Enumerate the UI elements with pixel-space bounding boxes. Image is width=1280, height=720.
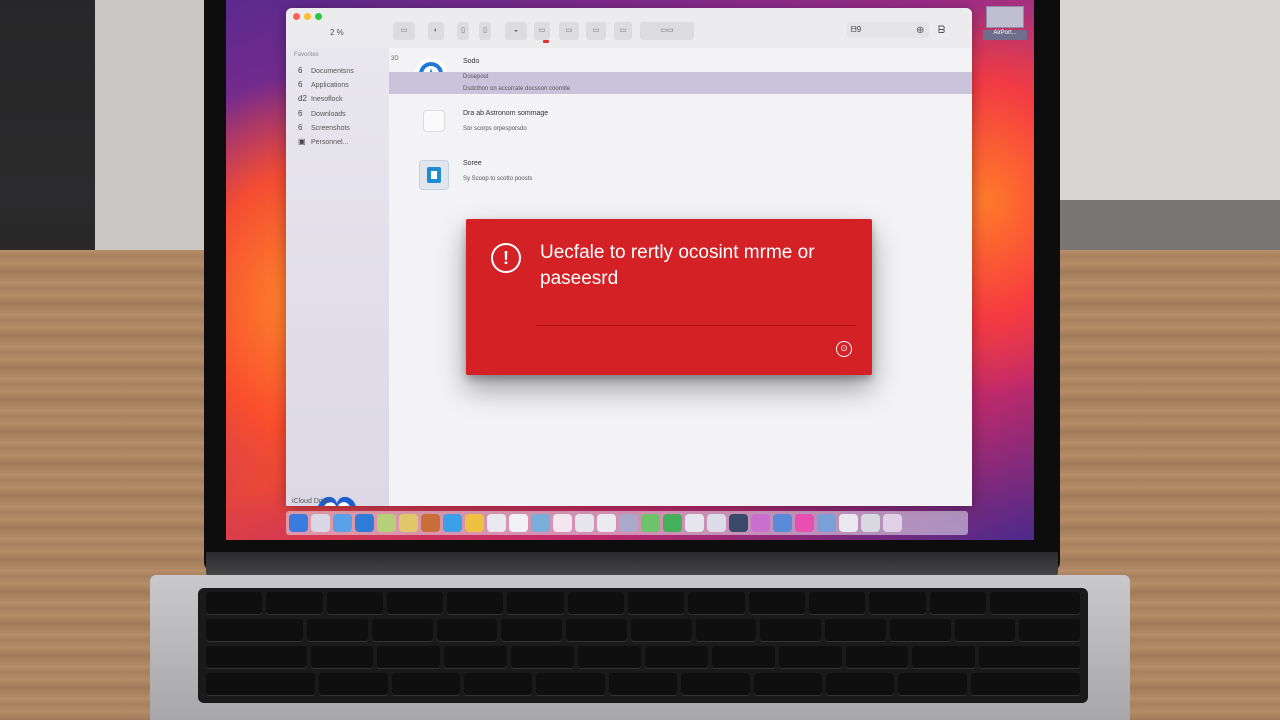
alert-icon: ! bbox=[491, 243, 521, 273]
sidebar-item-number: 6 bbox=[298, 109, 303, 118]
background-wall bbox=[95, 0, 205, 250]
messages-icon[interactable] bbox=[443, 514, 462, 532]
document-icon bbox=[423, 110, 445, 132]
row-subtitle: Dosepost bbox=[463, 74, 489, 80]
itunes-icon[interactable] bbox=[751, 514, 770, 532]
terminal-icon[interactable] bbox=[729, 514, 748, 532]
sidebar-footer: iCloud Drive... bbox=[292, 498, 336, 505]
sidebar-counter: 2 % bbox=[330, 28, 344, 37]
sidebar-item-label: Documentsns bbox=[311, 68, 354, 75]
row-title: Sodo bbox=[463, 58, 480, 65]
row-subtitle: Sor scorps orpesporsdo bbox=[463, 126, 527, 132]
stocks-icon[interactable] bbox=[619, 514, 638, 532]
podcasts-icon[interactable] bbox=[553, 514, 572, 532]
clear-search-icon[interactable]: ⊕ bbox=[916, 24, 924, 38]
notes-icon[interactable] bbox=[465, 514, 484, 532]
laptop-screen: AirPort... ▭ ◐ ▯ ▯ ◒ ▭ ▭ ▭ ▭ ▭▭ ᗷ9 ⊕ ᗷ 2… bbox=[226, 0, 1034, 540]
calendar-icon[interactable] bbox=[509, 514, 528, 532]
settings-icon[interactable] bbox=[795, 514, 814, 532]
downloads-stack-icon[interactable] bbox=[839, 514, 858, 532]
sidebar-item-applications[interactable]: 6 Applications bbox=[298, 80, 349, 89]
forward-icon[interactable]: ▯ bbox=[457, 22, 469, 40]
tag-icon[interactable]: ◒ bbox=[505, 22, 527, 40]
preview-dock-icon[interactable] bbox=[685, 514, 704, 532]
dialog-divider bbox=[536, 325, 856, 326]
group-icon[interactable]: ▭ bbox=[559, 22, 579, 40]
reminders-icon[interactable] bbox=[487, 514, 506, 532]
safari-dock-icon[interactable] bbox=[333, 514, 352, 532]
tv-icon[interactable] bbox=[575, 514, 594, 532]
sidebar-item-number: 6 bbox=[298, 80, 303, 89]
launchpad-icon[interactable] bbox=[311, 514, 330, 532]
sidebar-item-screenshots[interactable]: 6 Screenshots bbox=[298, 123, 350, 132]
sidebar-section-header: Favorites bbox=[294, 52, 319, 58]
back-icon[interactable]: ◐ bbox=[428, 22, 444, 40]
sidebar-item-desktop[interactable]: d2 Inesoflock bbox=[298, 94, 343, 103]
error-message: Uecfale to rertly ocosint mrme or pasees… bbox=[540, 242, 815, 289]
info-icon[interactable]: ⊙ bbox=[836, 341, 852, 357]
sidebar-item-number: 6 bbox=[298, 66, 303, 75]
sidebar-item-label: Inesoflock bbox=[311, 96, 343, 103]
trash-icon[interactable] bbox=[883, 514, 902, 532]
gallery-icon[interactable]: ▭▭ bbox=[640, 22, 694, 40]
view-icon[interactable]: ▭ bbox=[393, 22, 415, 40]
music-icon[interactable] bbox=[531, 514, 550, 532]
sidebar-item-icon: ▣ bbox=[298, 137, 306, 146]
recording-indicator bbox=[543, 40, 549, 43]
row-title: Soree bbox=[463, 160, 482, 167]
sidebar: 2 % Favorites 6 Documentsns 6 Applications… bbox=[286, 28, 389, 506]
sidebar-item-downloads[interactable]: 6 Downloads bbox=[298, 109, 346, 118]
row-detail: Dsdcthon on accorrate docsson coomtle bbox=[463, 86, 571, 92]
numbers-icon[interactable] bbox=[641, 514, 660, 532]
facetime-icon[interactable] bbox=[663, 514, 682, 532]
arrange-icon[interactable]: ▭ bbox=[586, 22, 606, 40]
background-shelf bbox=[1060, 200, 1280, 250]
sidebar-item-number: d2 bbox=[298, 94, 307, 103]
dock bbox=[286, 511, 968, 535]
news-icon[interactable] bbox=[597, 514, 616, 532]
photos-icon[interactable] bbox=[399, 514, 418, 532]
list-item-selected[interactable]: Dosepost Dsdcthon on accorrate docsson c… bbox=[389, 72, 972, 94]
sidebar-item-documents[interactable]: 6 Documentsns bbox=[298, 66, 354, 75]
row-title: Dra ab Astronom sommage bbox=[463, 110, 549, 117]
search-value: ᗷ9 bbox=[851, 25, 862, 34]
sidebar-item-label: Downloads bbox=[311, 111, 346, 118]
row-subtitle: Sy Scoop to scotto poosts bbox=[463, 176, 533, 182]
list-item[interactable]: Dra ab Astronom sommage Sor scorps orpes… bbox=[389, 102, 972, 142]
laptop-keyboard bbox=[198, 588, 1088, 703]
maps-icon[interactable] bbox=[377, 514, 396, 532]
sidebar-item-label: Screenshots bbox=[311, 125, 350, 132]
documents-stack-icon[interactable] bbox=[861, 514, 880, 532]
action-icon[interactable]: ▭ bbox=[534, 22, 550, 40]
sidebar-toggle-icon[interactable]: ᗷ bbox=[938, 24, 945, 38]
side-window-label: AirPort... bbox=[983, 30, 1027, 40]
minimize-button[interactable] bbox=[304, 13, 311, 20]
background-dark-panel bbox=[0, 0, 95, 250]
sidebar-item-personnel[interactable]: ▣ Personnel... bbox=[298, 137, 348, 146]
app-store-dock-icon[interactable] bbox=[773, 514, 792, 532]
toolbar: ▭ ◐ ▯ ▯ ◒ ▭ ▭ ▭ ▭ ▭▭ ᗷ9 ⊕ ᗷ bbox=[286, 8, 972, 49]
share-icon[interactable]: ▯ bbox=[479, 22, 491, 40]
side-window-thumbnail[interactable] bbox=[986, 6, 1024, 28]
finder-icon[interactable] bbox=[289, 514, 308, 532]
list-item[interactable]: Soree Sy Scoop to scotto poosts bbox=[389, 152, 972, 192]
sidebar-item-label: Personnel... bbox=[311, 139, 349, 146]
preview-icon[interactable]: ▭ bbox=[614, 22, 632, 40]
app-store-icon bbox=[419, 160, 449, 190]
textedit-icon[interactable] bbox=[707, 514, 726, 532]
sidebar-item-label: Applications bbox=[311, 82, 349, 89]
sidebar-item-number: 6 bbox=[298, 123, 303, 132]
mail-icon[interactable] bbox=[355, 514, 374, 532]
close-button[interactable] bbox=[293, 13, 300, 20]
system-prefs-icon[interactable] bbox=[817, 514, 836, 532]
error-dialog: ! Uecfale to rertly ocosint mrme or pase… bbox=[466, 219, 872, 375]
contacts-icon[interactable] bbox=[421, 514, 440, 532]
list-item[interactable]: Sodo bbox=[389, 50, 972, 90]
zoom-button[interactable] bbox=[315, 13, 322, 20]
